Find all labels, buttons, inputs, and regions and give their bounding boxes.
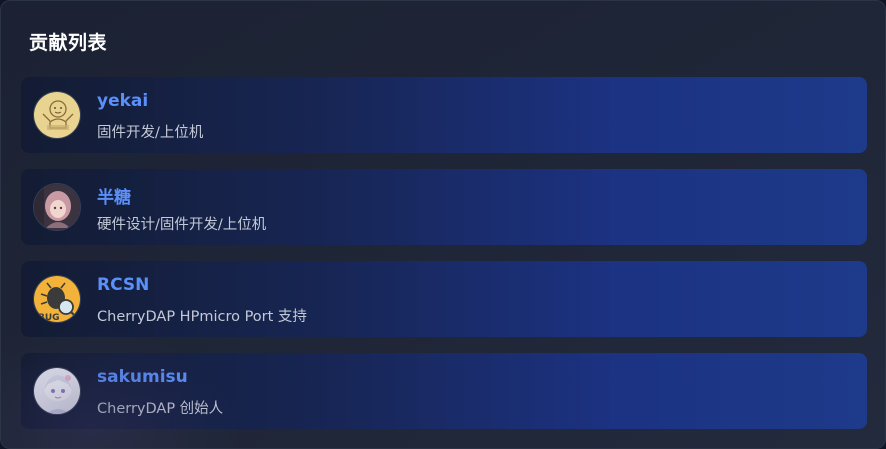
contributor-card[interactable]: BUG RCSN CherryDAP HPmicro Port 支持: [21, 261, 867, 337]
contributor-role: CherryDAP 创始人: [97, 401, 224, 417]
contributor-role: CherryDAP HPmicro Port 支持: [97, 309, 307, 325]
cartoon-figure-avatar: [33, 91, 81, 139]
panel-title: 贡献列表: [29, 32, 108, 54]
contributor-card[interactable]: 半糖 硬件设计/固件开发/上位机: [21, 169, 867, 245]
bug-magnifier-avatar: BUG: [33, 275, 81, 323]
contributor-name: 半糖: [97, 188, 131, 208]
anime-character-avatar: [33, 367, 81, 415]
contributor-card[interactable]: sakumisu CherryDAP 创始人: [21, 353, 867, 429]
contributors-panel: 贡献列表 yekai 固件开发/上位机 半糖 硬件设计/固件开发/上位机 BUG…: [0, 0, 886, 449]
contributor-name: yekai: [97, 91, 149, 111]
contributor-role: 固件开发/上位机: [97, 125, 204, 141]
contributor-role: 硬件设计/固件开发/上位机: [97, 217, 267, 233]
contributor-name: RCSN: [97, 275, 150, 295]
contributor-card[interactable]: yekai 固件开发/上位机: [21, 77, 867, 153]
anime-girl-avatar: [33, 183, 81, 231]
contributor-name: sakumisu: [97, 367, 188, 387]
svg-text:BUG: BUG: [38, 313, 60, 323]
